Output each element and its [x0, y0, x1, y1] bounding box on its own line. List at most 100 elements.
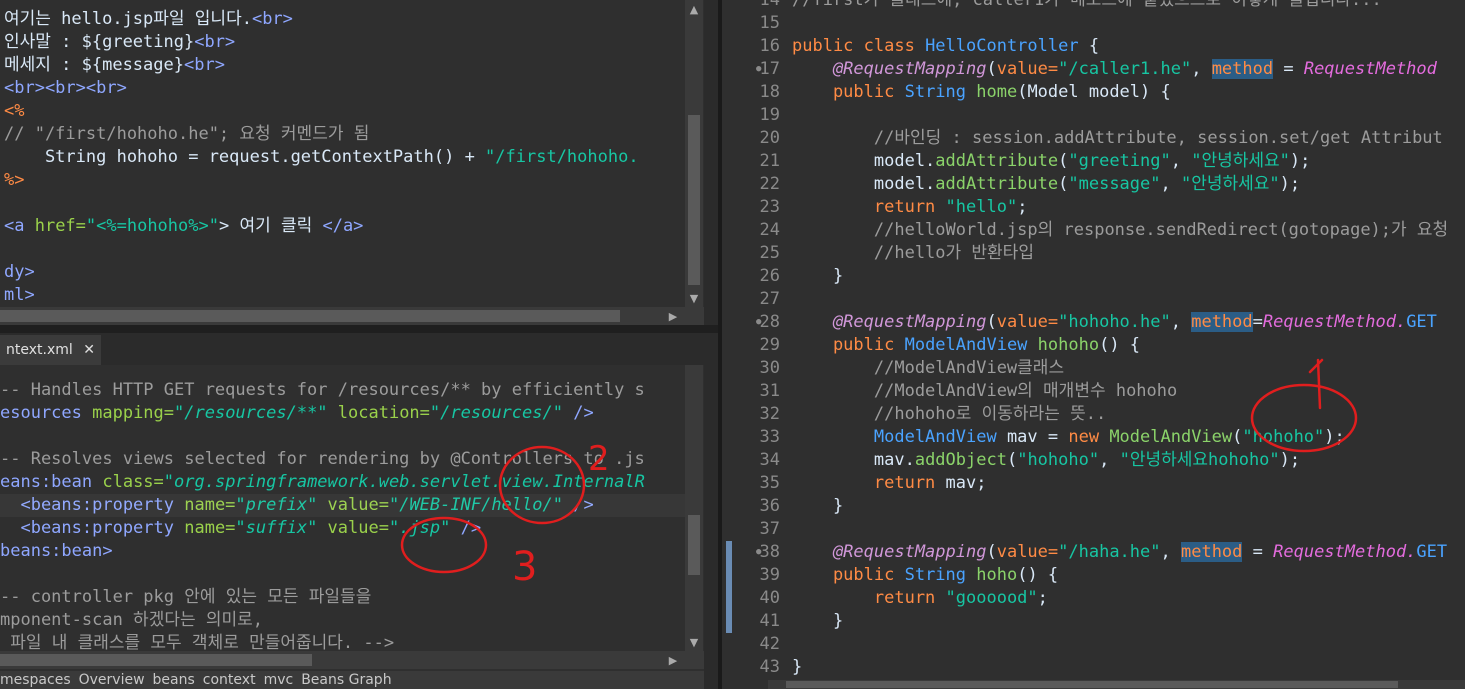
scroll-thumb[interactable]: [786, 681, 1398, 688]
jsp-editor-vscroll[interactable]: ▲ ▼: [685, 0, 703, 307]
code-line[interactable]: 34 mav.addObject("hohoho", "안녕하세요hohoho"…: [722, 449, 1465, 472]
jsp-editor-pane[interactable]: 여기는 hello.jsp파일 입니다.<br> 인사말 : ${greeting…: [0, 0, 704, 307]
code-line[interactable]: // "/first/hohoho.he"; 요청 커멘드가 됨: [4, 123, 704, 146]
code-line[interactable]: [0, 425, 685, 448]
line-number: 33: [759, 427, 780, 447]
code-line[interactable]: ml>: [4, 284, 704, 307]
code-line[interactable]: <beans:property name="suffix" value=".js…: [0, 517, 685, 540]
xml-editor-hscroll[interactable]: ▶: [0, 651, 704, 669]
code-line[interactable]: -- Resolves views selected for rendering…: [0, 448, 685, 471]
code-line[interactable]: 16 public class HelloController {: [722, 35, 1465, 58]
code-line[interactable]: 29 public ModelAndView hohoho() {: [722, 334, 1465, 357]
code-line[interactable]: 25 //hello가 반환타입: [722, 242, 1465, 265]
code-line[interactable]: 22 model.addAttribute("message", "안녕하세요"…: [722, 173, 1465, 196]
java-code-area[interactable]: 14 //first가 클래스에, caller1가 메소드에 붙었으므로 이렇게…: [722, 0, 1465, 679]
code-line[interactable]: 18 public String home(Model model) {: [722, 81, 1465, 104]
code-line[interactable]: <%: [4, 100, 704, 123]
scroll-thumb[interactable]: [688, 515, 700, 575]
code-line[interactable]: 33 ModelAndView mav = new ModelAndView("…: [722, 426, 1465, 449]
code-token: }: [792, 657, 803, 677]
code-line[interactable]: <br><br><br>: [4, 77, 704, 100]
code-line[interactable]: 파일 내 클래스를 모두 객체로 만들어줍니다. -->: [0, 632, 685, 651]
code-line[interactable]: dy>: [4, 261, 704, 284]
bottom-tab-beans[interactable]: beans: [153, 672, 195, 688]
tab-context-xml[interactable]: ntext.xml ✕: [0, 335, 101, 365]
bottom-tab-beans-graph[interactable]: Beans Graph: [301, 672, 391, 688]
code-line[interactable]: 메세지 : ${message}<br>: [4, 54, 704, 77]
code-line[interactable]: 인사말 : ${greeting}<br>: [4, 31, 704, 54]
code-token: ;: [1017, 197, 1028, 217]
code-line[interactable]: %>: [4, 169, 704, 192]
xml-editor-vscroll[interactable]: ▼: [685, 365, 703, 651]
bottom-tab-mespaces[interactable]: mespaces: [0, 672, 71, 688]
code-line[interactable]: 23 return "hello";: [722, 196, 1465, 219]
code-line[interactable]: 43}: [722, 656, 1465, 679]
code-line[interactable]: 17 ● @RequestMapping(value="/caller1.he",…: [722, 58, 1465, 81]
code-line[interactable]: [4, 192, 704, 215]
code-line[interactable]: <a href="<%=hohoho%>"> 여기 클릭 </a>: [4, 215, 704, 238]
code-line[interactable]: 36 }: [722, 495, 1465, 518]
code-token: 인사말 : ${greeting}: [4, 32, 195, 52]
code-line[interactable]: 39 public String hoho() {: [722, 564, 1465, 587]
pane-divider[interactable]: [0, 325, 722, 333]
code-line[interactable]: 19: [722, 104, 1465, 127]
line-number: 37: [759, 519, 780, 539]
code-line[interactable]: [4, 238, 704, 261]
code-line[interactable]: 38 ● @RequestMapping(value="/haha.he", me…: [722, 541, 1465, 564]
code-line[interactable]: 41 }: [722, 610, 1465, 633]
xml-editor-pane[interactable]: -- Handles HTTP GET requests for /resour…: [0, 365, 685, 651]
code-token: );: [1279, 174, 1301, 194]
java-editor-pane[interactable]: 14 //first가 클래스에, caller1가 메소드에 붙었으므로 이렇게…: [722, 0, 1465, 680]
code-token: "message": [1068, 174, 1161, 194]
code-line[interactable]: [0, 563, 685, 586]
code-line[interactable]: 20 //바인딩 : session.addAttribute, session…: [722, 127, 1465, 150]
code-line[interactable]: 37: [722, 518, 1465, 541]
code-line[interactable]: -- controller pkg 안에 있는 모든 파일들을: [0, 586, 685, 609]
code-line[interactable]: 40 return "goooood";: [722, 587, 1465, 610]
scroll-thumb[interactable]: [688, 115, 700, 285]
code-token: "org.springframework.web.servlet.view.In…: [163, 472, 645, 492]
code-line[interactable]: 42: [722, 633, 1465, 656]
scroll-thumb[interactable]: [0, 310, 620, 322]
scroll-up-arrow-icon[interactable]: ▲: [685, 0, 703, 18]
code-line[interactable]: beans:bean>: [0, 540, 685, 563]
code-line[interactable]: 26 }: [722, 265, 1465, 288]
code-line[interactable]: 여기는 hello.jsp파일 입니다.<br>: [4, 8, 704, 31]
code-line[interactable]: 21 model.addAttribute("greeting", "안녕하세요…: [722, 150, 1465, 173]
fold-marker-icon[interactable]: ●: [756, 58, 761, 81]
bottom-tab-context[interactable]: context: [203, 672, 256, 688]
code-line[interactable]: 27: [722, 288, 1465, 311]
code-line[interactable]: 14 //first가 클래스에, caller1가 메소드에 붙었으므로 이렇게…: [722, 0, 1465, 12]
code-line[interactable]: eans:bean class="org.springframework.web…: [0, 471, 685, 494]
scroll-thumb[interactable]: [0, 654, 312, 666]
code-token: <br><br><br>: [4, 78, 127, 98]
code-line[interactable]: 30 //ModelAndView클래스: [722, 357, 1465, 380]
fold-marker-icon[interactable]: ●: [756, 541, 761, 564]
code-token: eans:bean: [0, 472, 103, 492]
scroll-right-arrow-icon[interactable]: ▶: [664, 307, 682, 325]
code-token: <a: [4, 216, 35, 236]
java-editor-hscroll[interactable]: [768, 680, 1465, 689]
code-token: public: [792, 565, 905, 585]
code-line[interactable]: -- Handles HTTP GET requests for /resour…: [0, 379, 685, 402]
code-line[interactable]: 15: [722, 12, 1465, 35]
scroll-down-arrow-icon[interactable]: ▼: [685, 633, 703, 651]
code-line[interactable]: mponent-scan 하겠다는 의미로,: [0, 609, 685, 632]
code-token: RequestMethod: [1303, 59, 1437, 79]
fold-marker-icon[interactable]: ●: [756, 311, 761, 334]
bottom-tab-overview[interactable]: Overview: [79, 672, 145, 688]
code-line[interactable]: 31 //ModelAndView의 매개변수 hohoho: [722, 380, 1465, 403]
scroll-down-arrow-icon[interactable]: ▼: [685, 289, 703, 307]
close-icon[interactable]: ✕: [83, 342, 95, 358]
code-line[interactable]: esources mapping="/resources/**" locatio…: [0, 402, 685, 425]
code-line[interactable]: 28 ● @RequestMapping(value="hohoho.he", m…: [722, 311, 1465, 334]
code-line[interactable]: String hohoho = request.getContextPath()…: [4, 146, 704, 169]
code-line[interactable]: 32 //hohoho로 이동하라는 뜻..: [722, 403, 1465, 426]
code-line[interactable]: 24 //helloWorld.jsp의 response.sendRedire…: [722, 219, 1465, 242]
code-token: //ModelAndView의 매개변수 hohoho: [792, 381, 1178, 401]
jsp-editor-hscroll[interactable]: ▶: [0, 307, 704, 325]
scroll-right-arrow-icon[interactable]: ▶: [664, 651, 682, 669]
code-line[interactable]: 35 return mav;: [722, 472, 1465, 495]
jsp-code-area[interactable]: 여기는 hello.jsp파일 입니다.<br> 인사말 : ${greeting…: [4, 8, 704, 307]
bottom-tab-mvc[interactable]: mvc: [264, 672, 294, 688]
